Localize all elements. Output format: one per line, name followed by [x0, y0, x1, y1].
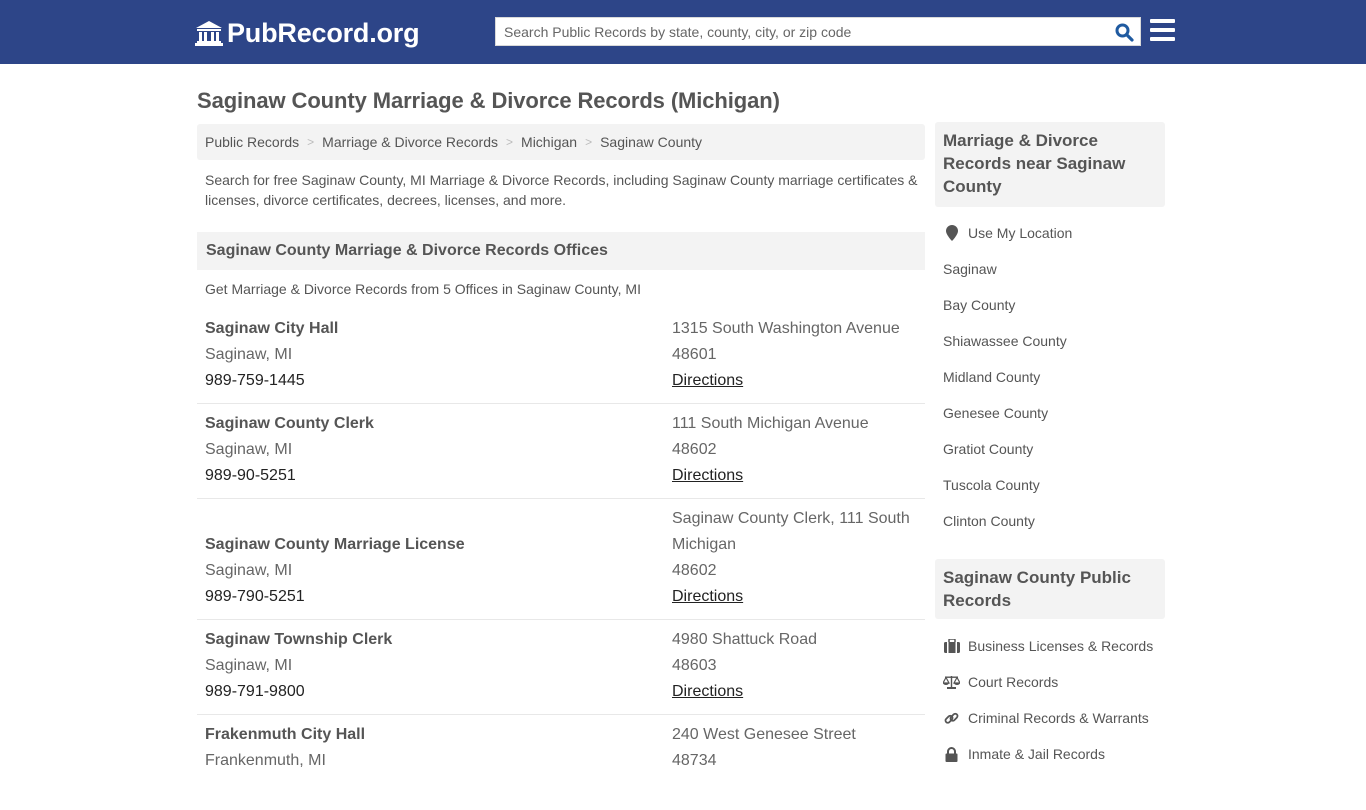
- office-zip: 48601: [672, 346, 717, 363]
- office-city: Saginaw, MI: [205, 346, 293, 363]
- office-city: Saginaw, MI: [205, 562, 293, 579]
- search-icon: [1115, 23, 1134, 42]
- top-nav-bar: PubRecord.org: [0, 0, 1366, 64]
- logo-text: PubRecord.org: [227, 17, 420, 48]
- nearby-link-tuscola-county[interactable]: Tuscola County: [943, 477, 1040, 493]
- office-row: Frakenmuth City Hall Frankenmuth, MI 240…: [197, 722, 925, 810]
- nearby-link-bay-county[interactable]: Bay County: [943, 297, 1015, 313]
- office-row: Saginaw Township Clerk Saginaw, MI 989-7…: [197, 627, 925, 715]
- balance-scale-icon: [943, 674, 960, 690]
- lock-icon: [943, 746, 960, 762]
- public-record-criminal-records[interactable]: Criminal Records & Warrants: [943, 700, 1153, 736]
- link-icon: [943, 710, 960, 726]
- public-record-label[interactable]: Business Licenses & Records: [968, 638, 1153, 654]
- public-records-heading: Saginaw County Public Records: [935, 559, 1165, 619]
- menu-bar-icon: [1150, 19, 1175, 23]
- breadcrumb-separator: >: [585, 135, 593, 149]
- directions-link[interactable]: Directions: [672, 372, 743, 389]
- office-phone[interactable]: 989-90-5251: [205, 463, 374, 489]
- office-zip: 48602: [672, 562, 717, 579]
- public-record-label[interactable]: Criminal Records & Warrants: [968, 710, 1149, 726]
- breadcrumb: Public Records > Marriage & Divorce Reco…: [197, 124, 925, 160]
- nearby-link-midland-county[interactable]: Midland County: [943, 369, 1040, 385]
- breadcrumb-separator: >: [506, 135, 514, 149]
- office-row: Saginaw City Hall Saginaw, MI 989-759-14…: [197, 316, 925, 404]
- office-row: Saginaw County Clerk Saginaw, MI 989-90-…: [197, 411, 925, 499]
- nearby-link-gratiot-county[interactable]: Gratiot County: [943, 441, 1033, 457]
- public-record-court-records[interactable]: Court Records: [943, 664, 1153, 700]
- page-title: Saginaw County Marriage & Divorce Record…: [197, 88, 780, 113]
- offices-subheading: Get Marriage & Divorce Records from 5 Of…: [205, 281, 641, 297]
- search-button[interactable]: [1112, 21, 1136, 43]
- intro-text: Search for free Saginaw County, MI Marri…: [205, 172, 918, 208]
- office-name: Saginaw Township Clerk: [205, 631, 393, 648]
- office-phone[interactable]: 989-790-5251: [205, 584, 465, 610]
- nearby-link-genesee-county[interactable]: Genesee County: [943, 405, 1048, 421]
- office-address: 1315 South Washington Avenue: [672, 320, 900, 337]
- office-phone[interactable]: 989-791-9800: [205, 679, 392, 705]
- office-phone[interactable]: 989-759-1445: [205, 368, 338, 394]
- office-zip: 48734: [672, 752, 717, 769]
- office-row: Saginaw County Marriage License Saginaw,…: [197, 506, 925, 620]
- menu-bar-icon: [1150, 37, 1175, 41]
- public-record-business-licenses[interactable]: Business Licenses & Records: [943, 628, 1153, 664]
- briefcase-icon: [943, 638, 960, 654]
- office-name: Saginaw County Marriage License: [205, 536, 465, 553]
- use-my-location-label[interactable]: Use My Location: [968, 225, 1072, 241]
- nearby-link-clinton-county[interactable]: Clinton County: [943, 513, 1035, 529]
- office-name: Saginaw City Hall: [205, 320, 339, 337]
- nearby-list: Use My Location Saginaw Bay County Shiaw…: [943, 215, 1072, 539]
- breadcrumb-saginaw-county[interactable]: Saginaw County: [600, 134, 702, 150]
- nearby-records-heading: Marriage & Divorce Records near Saginaw …: [935, 122, 1165, 207]
- office-address: 111 South Michigan Avenue: [672, 415, 869, 432]
- breadcrumb-michigan[interactable]: Michigan: [521, 134, 577, 150]
- offices-heading: Saginaw County Marriage & Divorce Record…: [197, 232, 925, 270]
- map-marker-icon: [943, 225, 960, 241]
- directions-link[interactable]: Directions: [672, 683, 743, 700]
- site-logo[interactable]: PubRecord.org: [195, 17, 420, 49]
- search-bar: [495, 17, 1141, 46]
- nearby-link-shiawassee-county[interactable]: Shiawassee County: [943, 333, 1067, 349]
- breadcrumb-marriage-divorce[interactable]: Marriage & Divorce Records: [322, 134, 498, 150]
- office-name: Saginaw County Clerk: [205, 415, 374, 432]
- breadcrumb-separator: >: [307, 135, 315, 149]
- hamburger-menu-button[interactable]: [1150, 19, 1176, 43]
- office-address: 4980 Shattuck Road: [672, 631, 817, 648]
- office-zip: 48603: [672, 657, 717, 674]
- public-records-list: Business Licenses & Records Court Record…: [943, 628, 1153, 772]
- breadcrumb-public-records[interactable]: Public Records: [205, 134, 299, 150]
- nearby-link-saginaw[interactable]: Saginaw: [943, 261, 997, 277]
- office-zip: 48602: [672, 441, 717, 458]
- menu-bar-icon: [1150, 28, 1175, 32]
- office-address: Saginaw County Clerk, 111 South Michigan: [672, 510, 910, 553]
- search-input[interactable]: [496, 18, 1106, 45]
- use-my-location[interactable]: Use My Location: [943, 215, 1072, 251]
- public-record-label[interactable]: Inmate & Jail Records: [968, 746, 1105, 762]
- office-city: Saginaw, MI: [205, 657, 293, 674]
- office-name: Frakenmuth City Hall: [205, 726, 366, 743]
- office-address: 240 West Genesee Street: [672, 726, 856, 743]
- public-record-inmate-jail[interactable]: Inmate & Jail Records: [943, 736, 1153, 772]
- office-city: Saginaw, MI: [205, 441, 293, 458]
- directions-link[interactable]: Directions: [672, 467, 743, 484]
- courthouse-icon: [195, 21, 223, 46]
- public-record-label[interactable]: Court Records: [968, 674, 1058, 690]
- office-city: Frankenmuth, MI: [205, 752, 326, 769]
- directions-link[interactable]: Directions: [672, 588, 743, 605]
